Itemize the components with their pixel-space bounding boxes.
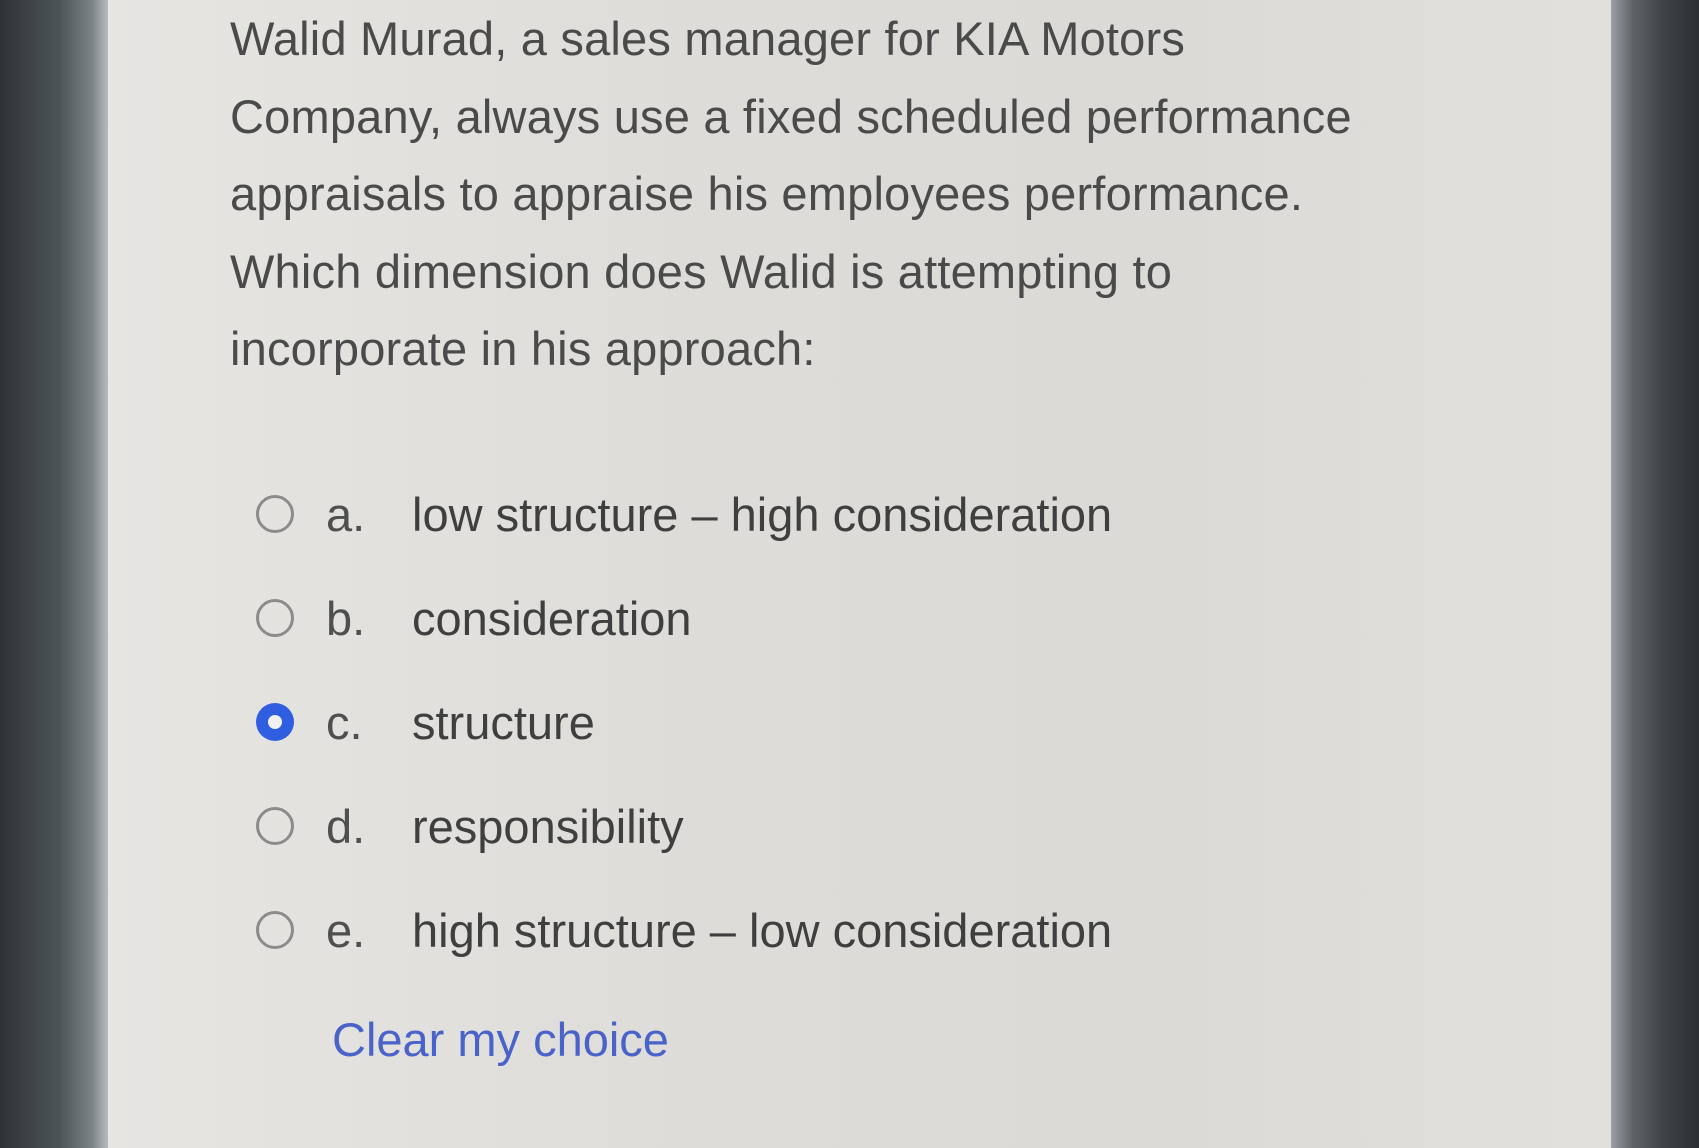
radio-button-b[interactable] xyxy=(256,599,294,637)
answer-letter: e. xyxy=(326,903,366,957)
question-line: Company, always use a fixed scheduled pe… xyxy=(230,89,1352,143)
device-bezel-left xyxy=(0,0,108,1148)
answer-label: responsibility xyxy=(412,799,684,853)
question-line: Walid Murad, a sales manager for KIA Mot… xyxy=(230,12,1186,65)
radio-button-d[interactable] xyxy=(256,807,294,845)
answer-label: consideration xyxy=(412,591,692,645)
device-bezel-right xyxy=(1611,0,1699,1148)
answer-option-a[interactable]: a. low structure – high consideration xyxy=(256,462,1456,566)
radio-button-e[interactable] xyxy=(256,911,294,949)
answer-letter: c. xyxy=(326,695,363,749)
answer-label: high structure – low consideration xyxy=(412,903,1113,957)
question-line: incorporate in his approach: xyxy=(230,322,816,375)
question-card: Walid Murad, a sales manager for KIA Mot… xyxy=(108,0,1561,1148)
question-text: Walid Murad, a sales manager for KIA Mot… xyxy=(230,0,1530,388)
radio-button-a[interactable] xyxy=(256,495,294,533)
quiz-screen: Walid Murad, a sales manager for KIA Mot… xyxy=(108,0,1611,1148)
radio-button-c-selected[interactable] xyxy=(256,703,294,741)
answer-label: low structure – high consideration xyxy=(412,487,1113,541)
answer-label: structure xyxy=(412,695,595,749)
answer-option-c[interactable]: c. structure xyxy=(256,670,1456,774)
answer-letter: d. xyxy=(326,799,366,853)
answer-letter: b. xyxy=(326,591,366,645)
answer-option-e[interactable]: e. high structure – low consideration xyxy=(256,878,1456,982)
answer-letter: a. xyxy=(326,487,366,541)
clear-choice-link[interactable]: Clear my choice xyxy=(332,1012,669,1067)
answer-option-b[interactable]: b. consideration xyxy=(256,566,1456,670)
answer-options: a. low structure – high consideration b.… xyxy=(256,462,1456,982)
question-line: appraisals to appraise his employees per… xyxy=(230,167,1304,220)
answer-option-d[interactable]: d. responsibility xyxy=(256,774,1456,878)
question-line: Which dimension does Walid is attempting… xyxy=(230,244,1173,298)
